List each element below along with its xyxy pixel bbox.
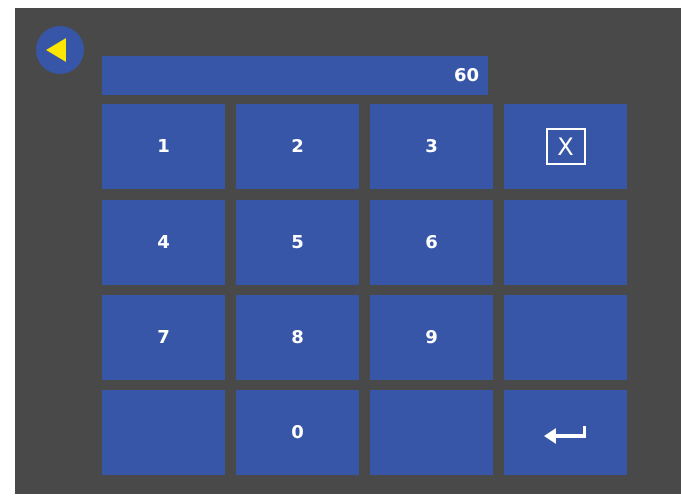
key-6[interactable]: 6 — [370, 200, 493, 285]
key-0[interactable]: 0 — [236, 390, 359, 475]
key-8[interactable]: 8 — [236, 295, 359, 380]
enter-button[interactable] — [504, 390, 627, 475]
blank-key-right-row3[interactable] — [504, 295, 627, 380]
back-arrow-icon — [46, 38, 66, 62]
value-display: 60 — [102, 56, 488, 95]
key-1[interactable]: 1 — [102, 104, 225, 189]
key-9[interactable]: 9 — [370, 295, 493, 380]
clear-button[interactable]: X — [504, 104, 627, 189]
key-3[interactable]: 3 — [370, 104, 493, 189]
back-button[interactable] — [36, 26, 84, 74]
clear-icon: X — [545, 128, 586, 165]
key-2[interactable]: 2 — [236, 104, 359, 189]
blank-key-right-row2[interactable] — [504, 200, 627, 285]
enter-arrow-icon — [543, 425, 586, 444]
key-4[interactable]: 4 — [102, 200, 225, 285]
key-7[interactable]: 7 — [102, 295, 225, 380]
blank-key-middle-row4[interactable] — [370, 390, 493, 475]
key-5[interactable]: 5 — [236, 200, 359, 285]
blank-key-left-row4[interactable] — [102, 390, 225, 475]
